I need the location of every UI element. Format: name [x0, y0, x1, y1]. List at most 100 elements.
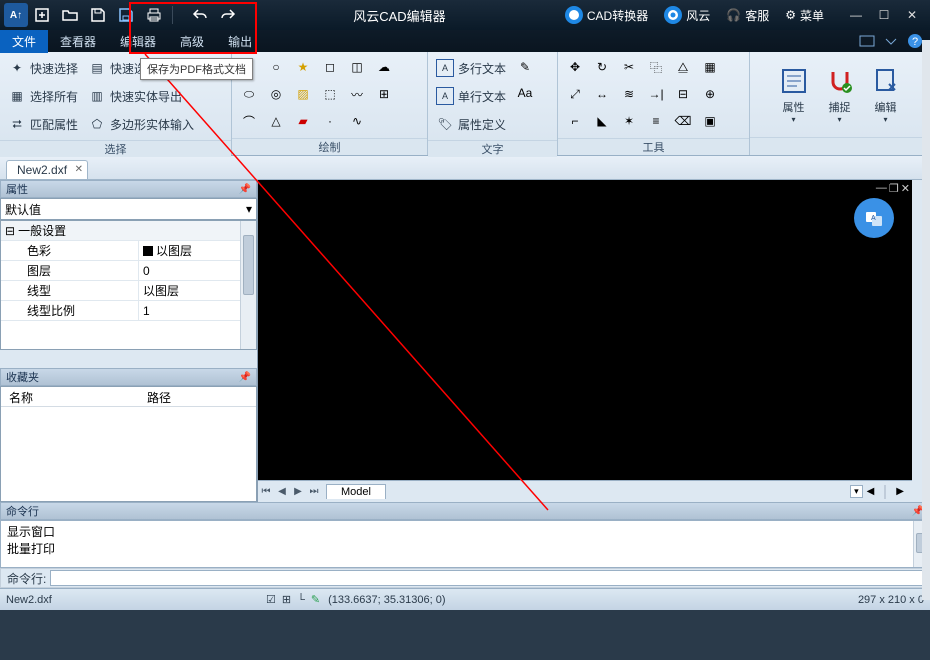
close-button[interactable]: ✕: [898, 1, 926, 29]
undo-icon[interactable]: [188, 3, 212, 27]
text-edit-icon[interactable]: ✎: [514, 56, 536, 78]
vp-maximize-icon[interactable]: ❐: [889, 182, 899, 195]
stretch-icon[interactable]: ↔: [591, 83, 613, 105]
trim-icon[interactable]: ✂: [618, 56, 640, 78]
status-osnap-icon[interactable]: ☑: [266, 593, 276, 606]
grid-icon[interactable]: ⊞: [373, 83, 395, 105]
pin-icon[interactable]: 📌: [239, 372, 251, 383]
copy-icon[interactable]: ⿻: [645, 56, 667, 78]
tab-next-icon[interactable]: ▶: [290, 486, 306, 497]
tab-prev-icon[interactable]: ◀: [274, 486, 290, 497]
minimize-button[interactable]: —: [842, 1, 870, 29]
save-pdf-icon[interactable]: [114, 3, 138, 27]
props-scrollbar[interactable]: [240, 221, 256, 349]
break-icon[interactable]: ⊟: [672, 83, 694, 105]
point-icon[interactable]: ·: [319, 110, 341, 132]
ring-icon[interactable]: ◎: [265, 83, 287, 105]
rect-dash-icon[interactable]: ◻: [319, 56, 341, 78]
main-menu[interactable]: ⚙菜单: [785, 7, 824, 24]
move-icon[interactable]: ✥: [564, 56, 586, 78]
status-grid-icon[interactable]: ⊞: [282, 593, 291, 606]
menu-file[interactable]: 文件: [0, 30, 48, 53]
status-polar-icon[interactable]: ✎: [311, 593, 320, 606]
open-icon[interactable]: [58, 3, 82, 27]
file-tab[interactable]: New2.dxf✕: [6, 160, 88, 179]
hatch-icon[interactable]: ▨: [292, 83, 314, 105]
big-edit[interactable]: 编辑▾: [865, 65, 907, 124]
model-tab[interactable]: Model: [326, 484, 386, 499]
menu-editor[interactable]: 编辑器: [108, 30, 168, 53]
prop-row-layer[interactable]: 图层0: [1, 261, 256, 281]
chamfer-icon[interactable]: ◣: [591, 110, 613, 132]
shape1-icon[interactable]: ◫: [346, 56, 368, 78]
new-icon[interactable]: [30, 3, 54, 27]
tooltip: 保存为PDF格式文档: [140, 58, 253, 80]
select-all-icon: ▦: [8, 87, 26, 105]
explode-icon[interactable]: ✶: [618, 110, 640, 132]
brand-link[interactable]: 风云: [664, 6, 710, 24]
pin-icon[interactable]: 📌: [239, 184, 251, 195]
tab-last-icon[interactable]: ⏭: [306, 486, 322, 497]
cmd-input[interactable]: [50, 570, 923, 586]
menu-viewer[interactable]: 查看器: [48, 30, 108, 53]
gear-icon: ⚙: [785, 8, 796, 22]
attr-def[interactable]: 🏷属性定义: [434, 112, 508, 136]
select-all[interactable]: ▦选择所有: [6, 84, 80, 108]
h-scrollbar[interactable]: [884, 485, 886, 499]
tab-dd-icon[interactable]: ▾: [850, 485, 863, 498]
props-combo[interactable]: 默认值▾: [0, 198, 257, 220]
group-icon[interactable]: ▣: [699, 110, 721, 132]
tab-close-icon[interactable]: ✕: [75, 164, 83, 175]
match-props[interactable]: ⮂匹配属性: [6, 112, 80, 136]
viewport[interactable]: — ❐ ✕ A: [258, 180, 912, 480]
print-icon[interactable]: [142, 3, 166, 27]
prop-row-ltype[interactable]: 线型以图层: [1, 281, 256, 301]
scale-icon[interactable]: ⤢: [564, 83, 586, 105]
tab-first-icon[interactable]: ⏮: [258, 486, 274, 497]
shape2-icon[interactable]: ⬚: [319, 83, 341, 105]
mtext[interactable]: A多行文本: [434, 56, 508, 80]
poly-solid-input[interactable]: ⬠多边形实体输入: [86, 112, 196, 136]
fillet-icon[interactable]: ⌐: [564, 110, 586, 132]
erase-icon[interactable]: ⌫: [672, 110, 694, 132]
array-icon[interactable]: ▦: [699, 56, 721, 78]
cad-converter-link[interactable]: CAD转换器: [565, 6, 648, 24]
service-link[interactable]: 🎧客服: [726, 7, 769, 24]
hs-right-icon[interactable]: ▶: [896, 486, 904, 497]
status-ortho-icon[interactable]: └: [297, 594, 305, 606]
vp-minimize-icon[interactable]: —: [876, 182, 887, 195]
mirror-icon[interactable]: ⧋: [672, 56, 694, 78]
big-attr[interactable]: 属性▾: [773, 65, 815, 124]
maximize-button[interactable]: ☐: [870, 1, 898, 29]
big-snap[interactable]: 捕捉▾: [819, 65, 861, 124]
viewport-fab[interactable]: A: [854, 198, 894, 238]
cloud-icon[interactable]: ☁: [373, 56, 395, 78]
prop-row-lscale[interactable]: 线型比例1: [1, 301, 256, 321]
triangle-icon[interactable]: △: [265, 110, 287, 132]
style-icon[interactable]: [858, 32, 876, 50]
stext[interactable]: A单行文本: [434, 84, 508, 108]
arc-icon[interactable]: ⌒: [238, 110, 260, 132]
spline-icon[interactable]: ∿: [346, 110, 368, 132]
menu-output[interactable]: 输出: [216, 30, 264, 53]
dropdown-icon[interactable]: [882, 32, 900, 50]
offset-icon[interactable]: ≋: [618, 83, 640, 105]
quick-select[interactable]: ✦快速选择: [6, 56, 80, 80]
brush-icon[interactable]: 〰: [346, 83, 368, 105]
menu-advanced[interactable]: 高级: [168, 30, 216, 53]
save-icon[interactable]: [86, 3, 110, 27]
prop-row-color[interactable]: 色彩以图层: [1, 241, 256, 261]
redo-icon[interactable]: [216, 3, 240, 27]
circle-icon[interactable]: ○: [265, 56, 287, 78]
align-icon[interactable]: ≡: [645, 110, 667, 132]
star-icon[interactable]: ★: [292, 56, 314, 78]
text-scale-icon[interactable]: Aa: [514, 82, 536, 104]
extend-icon[interactable]: →|: [645, 83, 667, 105]
hs-left-icon[interactable]: ◀: [867, 486, 875, 497]
quick-solid-export[interactable]: ▥快速实体导出: [86, 84, 196, 108]
join-icon[interactable]: ⊕: [699, 83, 721, 105]
vp-close-icon[interactable]: ✕: [901, 182, 910, 195]
ellipse-icon[interactable]: ⬭: [238, 83, 260, 105]
fill-icon[interactable]: ▰: [292, 110, 314, 132]
rotate-icon[interactable]: ↻: [591, 56, 613, 78]
